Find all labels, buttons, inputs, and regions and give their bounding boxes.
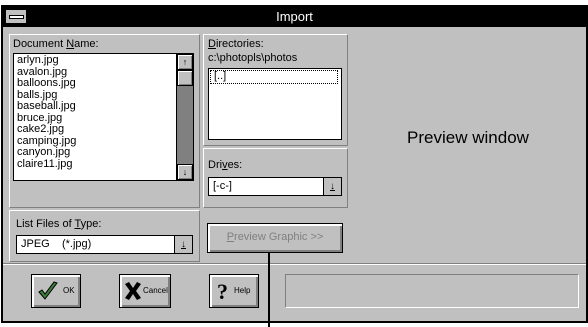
dropdown-arrow-icon[interactable]: ↓ <box>174 236 192 253</box>
arrow-up-icon: ↑ <box>182 57 188 67</box>
drives-group: Drives: [-c-] ↓ <box>203 148 348 208</box>
current-path: c:\photopls\photos <box>208 52 298 64</box>
file-list-item[interactable]: claire11.jpg <box>14 158 177 171</box>
checkmark-icon <box>38 281 58 300</box>
document-name-group: Document Name: arlyn.jpg avalon.jpg balloo… <box>9 34 200 208</box>
directories-group: Directories: c:\photopls\photos [..] <box>203 34 348 146</box>
file-type-group: List Files of Type: JPEG (*.jpg) ↓ <box>9 210 200 262</box>
cancel-button[interactable]: Cancel <box>119 274 171 308</box>
dropdown-arrow-icon[interactable]: ↓ <box>323 178 341 195</box>
file-list-item[interactable]: canyon.jpg <box>14 146 177 159</box>
drives-label: Drives: <box>208 159 243 171</box>
ok-label: OK <box>63 286 75 295</box>
directory-list-item[interactable]: [..] <box>210 70 338 84</box>
help-button[interactable]: ? Help <box>209 274 259 308</box>
x-icon <box>125 282 141 300</box>
scroll-up-button[interactable]: ↑ <box>177 54 193 70</box>
question-mark-icon: ? <box>217 279 228 304</box>
status-panel <box>285 274 579 308</box>
import-dialog: Import Document Name: arlyn.jpg avalon.jp… <box>1 5 588 323</box>
preview-window: Preview window <box>353 34 583 262</box>
file-type-label: List Files of Type: <box>16 218 102 230</box>
directories-label: Directories: <box>208 38 264 50</box>
file-type-select[interactable]: JPEG (*.jpg) ↓ <box>16 235 193 254</box>
file-list-item[interactable]: baseball.jpg <box>14 100 177 113</box>
arrow-down-icon: ↓ <box>182 167 188 177</box>
drives-select[interactable]: [-c-] ↓ <box>208 177 342 196</box>
help-label: Help <box>234 286 251 295</box>
document-name-label: Document Name: <box>13 38 99 50</box>
scroll-track[interactable] <box>177 86 193 164</box>
ok-button[interactable]: OK <box>31 274 81 308</box>
title-bar: Import <box>3 7 586 27</box>
file-list-item[interactable]: cake2.jpg <box>14 123 177 136</box>
file-list-item[interactable]: arlyn.jpg <box>14 54 177 67</box>
preview-window-label: Preview window <box>407 128 529 147</box>
scroll-thumb[interactable] <box>177 70 193 86</box>
file-list-item[interactable]: balloons.jpg <box>14 77 177 90</box>
bottom-divider <box>3 263 586 265</box>
file-list-scrollbar[interactable]: ↑ ↓ <box>176 54 193 180</box>
callout-line <box>268 252 270 327</box>
scroll-down-button[interactable]: ↓ <box>177 164 193 180</box>
window-title: Import <box>276 9 313 24</box>
directory-list[interactable]: [..] <box>208 68 342 140</box>
cancel-label: Cancel <box>143 286 168 295</box>
file-list[interactable]: arlyn.jpg avalon.jpg balloons.jpg balls.jpg… <box>13 53 194 181</box>
preview-graphic-button[interactable]: Preview Graphic >> <box>207 223 343 253</box>
